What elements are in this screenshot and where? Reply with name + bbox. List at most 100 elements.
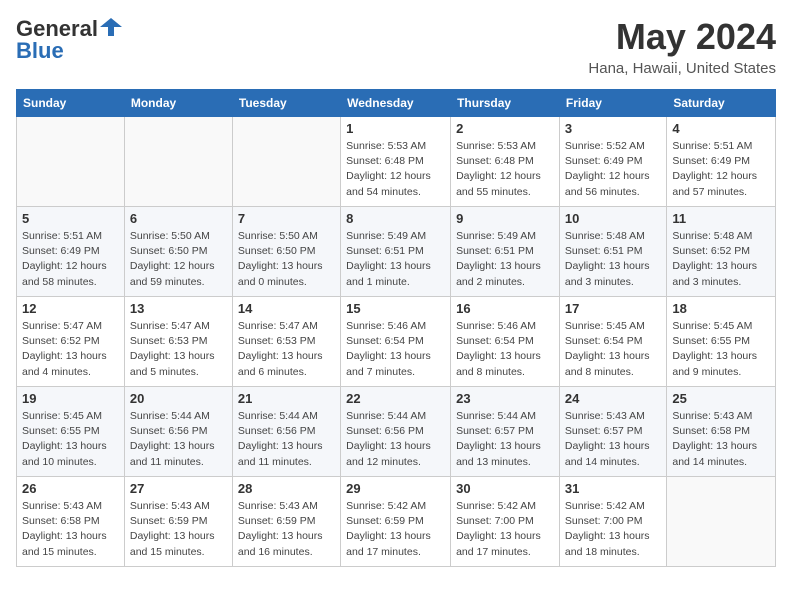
- day-number: 24: [565, 391, 661, 406]
- month-title: May 2024: [588, 16, 776, 58]
- calendar-cell: 23Sunrise: 5:44 AM Sunset: 6:57 PM Dayli…: [451, 387, 560, 477]
- day-number: 10: [565, 211, 661, 226]
- day-number: 3: [565, 121, 661, 136]
- calendar-cell: 28Sunrise: 5:43 AM Sunset: 6:59 PM Dayli…: [232, 477, 340, 567]
- day-number: 30: [456, 481, 554, 496]
- calendar-cell: 6 Sunrise: 5:50 AM Sunset: 6:50 PM Daylig…: [124, 207, 232, 297]
- day-detail: Sunrise: 5:51 AM Sunset: 6:49 PM Dayligh…: [22, 229, 119, 290]
- calendar-cell: 8Sunrise: 5:49 AM Sunset: 6:51 PM Daylig…: [341, 207, 451, 297]
- day-detail: Sunrise: 5:42 AM Sunset: 7:00 PM Dayligh…: [565, 499, 661, 560]
- calendar-cell: 31 Sunrise: 5:42 AM Sunset: 7:00 PM Dayli…: [559, 477, 666, 567]
- logo-blue: Blue: [16, 38, 64, 64]
- day-number: 27: [130, 481, 227, 496]
- day-number: 22: [346, 391, 445, 406]
- day-number: 31: [565, 481, 661, 496]
- title-block: May 2024 Hana, Hawaii, United States: [588, 16, 776, 77]
- day-detail: Sunrise: 5:53 AM Sunset: 6:48 PM Dayligh…: [346, 139, 445, 200]
- calendar-cell: 11 Sunrise: 5:48 AM Sunset: 6:52 PM Dayli…: [667, 207, 776, 297]
- calendar-cell: 10 Sunrise: 5:48 AM Sunset: 6:51 PM Dayli…: [559, 207, 666, 297]
- day-detail: Sunrise: 5:43 AM Sunset: 6:58 PM Dayligh…: [672, 409, 770, 470]
- calendar-week-1: 1Sunrise: 5:53 AM Sunset: 6:48 PM Daylig…: [17, 117, 776, 207]
- calendar-cell: 21 Sunrise: 5:44 AM Sunset: 6:56 PM Dayli…: [232, 387, 340, 477]
- weekday-header-wednesday: Wednesday: [341, 90, 451, 117]
- calendar-cell: 30Sunrise: 5:42 AM Sunset: 7:00 PM Dayli…: [451, 477, 560, 567]
- day-detail: Sunrise: 5:52 AM Sunset: 6:49 PM Dayligh…: [565, 139, 661, 200]
- day-number: 15: [346, 301, 445, 316]
- day-detail: Sunrise: 5:50 AM Sunset: 6:50 PM Dayligh…: [238, 229, 335, 290]
- day-number: 4: [672, 121, 770, 136]
- day-number: 6: [130, 211, 227, 226]
- calendar-cell: 17 Sunrise: 5:45 AM Sunset: 6:54 PM Dayli…: [559, 297, 666, 387]
- day-number: 21: [238, 391, 335, 406]
- day-detail: Sunrise: 5:49 AM Sunset: 6:51 PM Dayligh…: [456, 229, 554, 290]
- calendar-cell: 2 Sunrise: 5:53 AM Sunset: 6:48 PM Daylig…: [451, 117, 560, 207]
- day-detail: Sunrise: 5:48 AM Sunset: 6:51 PM Dayligh…: [565, 229, 661, 290]
- day-number: 25: [672, 391, 770, 406]
- day-detail: Sunrise: 5:47 AM Sunset: 6:53 PM Dayligh…: [130, 319, 227, 380]
- day-number: 29: [346, 481, 445, 496]
- weekday-header-tuesday: Tuesday: [232, 90, 340, 117]
- calendar-week-3: 12 Sunrise: 5:47 AM Sunset: 6:52 PM Dayli…: [17, 297, 776, 387]
- calendar-cell: [17, 117, 125, 207]
- day-number: 20: [130, 391, 227, 406]
- day-number: 19: [22, 391, 119, 406]
- calendar-cell: 12 Sunrise: 5:47 AM Sunset: 6:52 PM Dayli…: [17, 297, 125, 387]
- day-detail: Sunrise: 5:44 AM Sunset: 6:56 PM Dayligh…: [346, 409, 445, 470]
- calendar-cell: 4 Sunrise: 5:51 AM Sunset: 6:49 PM Daylig…: [667, 117, 776, 207]
- day-detail: Sunrise: 5:51 AM Sunset: 6:49 PM Dayligh…: [672, 139, 770, 200]
- calendar-cell: 24 Sunrise: 5:43 AM Sunset: 6:57 PM Dayli…: [559, 387, 666, 477]
- day-number: 16: [456, 301, 554, 316]
- calendar-cell: 22 Sunrise: 5:44 AM Sunset: 6:56 PM Dayli…: [341, 387, 451, 477]
- calendar-body: 1Sunrise: 5:53 AM Sunset: 6:48 PM Daylig…: [17, 117, 776, 567]
- day-number: 17: [565, 301, 661, 316]
- day-detail: Sunrise: 5:45 AM Sunset: 6:55 PM Dayligh…: [22, 409, 119, 470]
- day-detail: Sunrise: 5:43 AM Sunset: 6:59 PM Dayligh…: [130, 499, 227, 560]
- day-detail: Sunrise: 5:42 AM Sunset: 6:59 PM Dayligh…: [346, 499, 445, 560]
- weekday-header-row: SundayMondayTuesdayWednesdayThursdayFrid…: [17, 90, 776, 117]
- weekday-header-saturday: Saturday: [667, 90, 776, 117]
- day-detail: Sunrise: 5:48 AM Sunset: 6:52 PM Dayligh…: [672, 229, 770, 290]
- calendar-cell: 1Sunrise: 5:53 AM Sunset: 6:48 PM Daylig…: [341, 117, 451, 207]
- calendar-cell: 13Sunrise: 5:47 AM Sunset: 6:53 PM Dayli…: [124, 297, 232, 387]
- weekday-header-thursday: Thursday: [451, 90, 560, 117]
- calendar-cell: 19 Sunrise: 5:45 AM Sunset: 6:55 PM Dayli…: [17, 387, 125, 477]
- page-header: General Blue May 2024 Hana, Hawaii, Unit…: [16, 16, 776, 77]
- calendar-week-2: 5 Sunrise: 5:51 AM Sunset: 6:49 PM Daylig…: [17, 207, 776, 297]
- logo-bird-icon: [100, 16, 122, 38]
- calendar-week-4: 19 Sunrise: 5:45 AM Sunset: 6:55 PM Dayli…: [17, 387, 776, 477]
- calendar-week-5: 26Sunrise: 5:43 AM Sunset: 6:58 PM Dayli…: [17, 477, 776, 567]
- day-number: 18: [672, 301, 770, 316]
- day-number: 2: [456, 121, 554, 136]
- calendar-cell: 5 Sunrise: 5:51 AM Sunset: 6:49 PM Daylig…: [17, 207, 125, 297]
- calendar-cell: 18Sunrise: 5:45 AM Sunset: 6:55 PM Dayli…: [667, 297, 776, 387]
- weekday-header-friday: Friday: [559, 90, 666, 117]
- day-detail: Sunrise: 5:43 AM Sunset: 6:59 PM Dayligh…: [238, 499, 335, 560]
- weekday-header-monday: Monday: [124, 90, 232, 117]
- day-detail: Sunrise: 5:45 AM Sunset: 6:54 PM Dayligh…: [565, 319, 661, 380]
- day-number: 11: [672, 211, 770, 226]
- day-detail: Sunrise: 5:44 AM Sunset: 6:56 PM Dayligh…: [130, 409, 227, 470]
- logo: General Blue: [16, 16, 122, 64]
- weekday-header-sunday: Sunday: [17, 90, 125, 117]
- day-number: 8: [346, 211, 445, 226]
- day-detail: Sunrise: 5:53 AM Sunset: 6:48 PM Dayligh…: [456, 139, 554, 200]
- day-number: 12: [22, 301, 119, 316]
- calendar-cell: 7 Sunrise: 5:50 AM Sunset: 6:50 PM Daylig…: [232, 207, 340, 297]
- calendar-cell: 26Sunrise: 5:43 AM Sunset: 6:58 PM Dayli…: [17, 477, 125, 567]
- day-detail: Sunrise: 5:44 AM Sunset: 6:56 PM Dayligh…: [238, 409, 335, 470]
- day-detail: Sunrise: 5:43 AM Sunset: 6:58 PM Dayligh…: [22, 499, 119, 560]
- day-detail: Sunrise: 5:50 AM Sunset: 6:50 PM Dayligh…: [130, 229, 227, 290]
- day-detail: Sunrise: 5:46 AM Sunset: 6:54 PM Dayligh…: [346, 319, 445, 380]
- day-detail: Sunrise: 5:47 AM Sunset: 6:53 PM Dayligh…: [238, 319, 335, 380]
- calendar-cell: 27 Sunrise: 5:43 AM Sunset: 6:59 PM Dayli…: [124, 477, 232, 567]
- day-number: 7: [238, 211, 335, 226]
- day-number: 5: [22, 211, 119, 226]
- calendar-cell: 14Sunrise: 5:47 AM Sunset: 6:53 PM Dayli…: [232, 297, 340, 387]
- day-detail: Sunrise: 5:46 AM Sunset: 6:54 PM Dayligh…: [456, 319, 554, 380]
- calendar-table: SundayMondayTuesdayWednesdayThursdayFrid…: [16, 89, 776, 567]
- calendar-cell: [232, 117, 340, 207]
- calendar-cell: 29 Sunrise: 5:42 AM Sunset: 6:59 PM Dayli…: [341, 477, 451, 567]
- day-detail: Sunrise: 5:44 AM Sunset: 6:57 PM Dayligh…: [456, 409, 554, 470]
- day-detail: Sunrise: 5:47 AM Sunset: 6:52 PM Dayligh…: [22, 319, 119, 380]
- day-detail: Sunrise: 5:43 AM Sunset: 6:57 PM Dayligh…: [565, 409, 661, 470]
